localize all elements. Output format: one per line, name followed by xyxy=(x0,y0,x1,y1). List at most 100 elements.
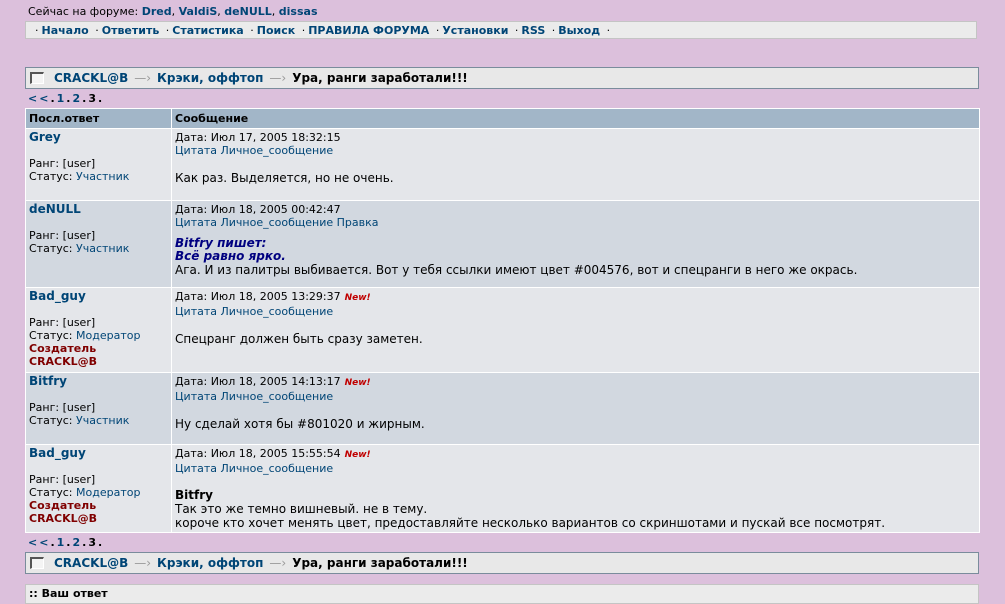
post-text: Ну сделай хотя бы #801020 и жирным. xyxy=(175,417,425,431)
post-author-cell: Grey Ранг: [user] Статус: Участник xyxy=(25,128,172,201)
nav-search[interactable]: Поиск xyxy=(257,24,295,37)
post-status: Статус: Участник xyxy=(29,414,130,427)
nav-rss[interactable]: RSS xyxy=(521,24,545,37)
nav-logout[interactable]: Выход xyxy=(558,24,600,37)
post-row: Grey Ранг: [user] Статус: Участник Дата:… xyxy=(25,128,980,201)
breadcrumb-bottom: CRACKL@B —› Крэки, оффтоп —› Ура, ранги … xyxy=(25,552,979,574)
post-status: Статус: Модератор xyxy=(29,329,141,342)
quote-link[interactable]: Цитата xyxy=(175,216,217,229)
main-nav: · Начало · Ответить · Статистика · Поиск · ПР… xyxy=(25,21,977,39)
online-user-link[interactable]: dissas xyxy=(279,5,318,18)
breadcrumb-forum[interactable]: CRACKL@B xyxy=(54,556,128,570)
nav-rules[interactable]: ПРАВИЛА ФОРУМА xyxy=(308,24,429,37)
quote-text: Всё равно ярко. xyxy=(175,249,286,263)
post-date: Дата: Июл 18, 2005 14:13:17 New! xyxy=(175,375,371,388)
post-author-link[interactable]: Bitfry xyxy=(29,375,168,388)
post-row: Bad_guy Ранг: [user] Статус: Модератор С… xyxy=(25,287,980,373)
checkbox-icon xyxy=(30,72,44,84)
pager-prev[interactable]: << xyxy=(28,536,50,549)
post-author-link[interactable]: Grey xyxy=(29,131,168,144)
breadcrumb-forum[interactable]: CRACKL@B xyxy=(54,71,128,85)
new-badge: New! xyxy=(344,293,371,303)
post-rank: Ранг: [user] xyxy=(29,316,96,329)
quote-header: Bitfry пишет: xyxy=(175,236,267,250)
online-user-link[interactable]: Dred xyxy=(142,5,172,18)
pager-page[interactable]: 2 xyxy=(72,536,82,549)
pager-current: 3 xyxy=(88,536,98,549)
post-text: короче кто хочет менять цвет, предоставл… xyxy=(175,516,886,530)
post-message-cell: Дата: Июл 18, 2005 00:42:47 Цитата Лично… xyxy=(171,200,980,288)
new-badge: New! xyxy=(344,450,371,460)
breadcrumb: CRACKL@B —› Крэки, оффтоп —› Ура, ранги … xyxy=(25,67,979,89)
post-tools: Цитата Личное_сообщение xyxy=(175,144,976,157)
post-tools: Цитата Личное_сообщение xyxy=(175,390,976,403)
post-message-cell: Дата: Июл 18, 2005 14:13:17 New! Цитата Л… xyxy=(171,372,980,445)
post-tools: Цитата Личное_сообщение xyxy=(175,305,976,318)
pager-prev[interactable]: << xyxy=(28,92,50,105)
nav-stats[interactable]: Статистика xyxy=(172,24,243,37)
post-tools: Цитата Личное_сообщение xyxy=(175,462,976,475)
arrow-right-icon: —› xyxy=(134,556,152,570)
online-user-link[interactable]: ValdiS xyxy=(179,5,218,18)
breadcrumb-section[interactable]: Крэки, оффтоп xyxy=(157,556,263,570)
post-status: Статус: Участник xyxy=(29,170,130,183)
breadcrumb-section[interactable]: Крэки, оффтоп xyxy=(157,71,263,85)
pager-page[interactable]: 1 xyxy=(57,92,67,105)
nav-reply[interactable]: Ответить xyxy=(102,24,160,37)
nav-settings[interactable]: Установки xyxy=(442,24,508,37)
column-header-message: Сообщение xyxy=(171,108,980,129)
pager-current: 3 xyxy=(88,92,98,105)
post-addressee: Bitfry xyxy=(175,488,213,502)
arrow-right-icon: —› xyxy=(269,71,287,85)
post-text: Ага. И из палитры выбивается. Вот у тебя… xyxy=(175,263,858,277)
pager: <<.1.2.3. xyxy=(28,92,105,105)
post-message-cell: Дата: Июл 18, 2005 13:29:37 New! Цитата Л… xyxy=(171,287,980,373)
pm-link[interactable]: Личное_сообщение xyxy=(221,216,334,229)
pager-bottom: <<.1.2.3. xyxy=(28,536,105,549)
new-badge: New! xyxy=(344,378,371,388)
post-status: Статус: Модератор xyxy=(29,486,141,499)
post-author-cell: Bitfry Ранг: [user] Статус: Участник xyxy=(25,372,172,445)
post-tools: Цитата Личное_сообщение Правка xyxy=(175,216,976,229)
post-author-link[interactable]: Bad_guy xyxy=(29,447,168,460)
pm-link[interactable]: Личное_сообщение xyxy=(221,144,334,157)
post-date: Дата: Июл 18, 2005 00:42:47 xyxy=(175,203,341,216)
pager-page[interactable]: 2 xyxy=(72,92,82,105)
reply-section-header: :: Ваш ответ xyxy=(25,584,979,604)
column-header-author: Посл.ответ xyxy=(25,108,172,129)
edit-link[interactable]: Правка xyxy=(337,216,379,229)
quote-link[interactable]: Цитата xyxy=(175,305,217,318)
breadcrumb-topic: Ура, ранги заработали!!! xyxy=(292,71,468,85)
post-status: Статус: Участник xyxy=(29,242,130,255)
nav-home[interactable]: Начало xyxy=(42,24,89,37)
post-author-link[interactable]: Bad_guy xyxy=(29,290,168,303)
post-author-link[interactable]: deNULL xyxy=(29,203,168,216)
post-text: Спецранг должен быть сразу заметен. xyxy=(175,332,423,346)
checkbox-icon xyxy=(30,557,44,569)
quote-link[interactable]: Цитата xyxy=(175,390,217,403)
pm-link[interactable]: Личное_сообщение xyxy=(221,462,334,475)
pm-link[interactable]: Личное_сообщение xyxy=(221,305,334,318)
arrow-right-icon: —› xyxy=(269,556,287,570)
post-author-cell: Bad_guy Ранг: [user] Статус: Модератор С… xyxy=(25,287,172,373)
special-rank: Создатель CRACKL@B xyxy=(29,499,98,525)
breadcrumb-topic: Ура, ранги заработали!!! xyxy=(292,556,468,570)
post-author-cell: deNULL Ранг: [user] Статус: Участник xyxy=(25,200,172,288)
post-date: Дата: Июл 18, 2005 13:29:37 New! xyxy=(175,290,371,303)
quote-link[interactable]: Цитата xyxy=(175,144,217,157)
special-rank: Создатель CRACKL@B xyxy=(29,342,98,368)
post-rank: Ранг: [user] xyxy=(29,473,96,486)
post-message-cell: Дата: Июл 17, 2005 18:32:15 Цитата Лично… xyxy=(171,128,980,201)
pager-page[interactable]: 1 xyxy=(57,536,67,549)
post-date: Дата: Июл 17, 2005 18:32:15 xyxy=(175,131,341,144)
post-text: Так это же темно вишневый. не в тему. xyxy=(175,502,428,516)
post-text: Как раз. Выделяется, но не очень. xyxy=(175,171,394,185)
online-user-link[interactable]: deNULL xyxy=(224,5,272,18)
pm-link[interactable]: Личное_сообщение xyxy=(221,390,334,403)
post-author-cell: Bad_guy Ранг: [user] Статус: Модератор С… xyxy=(25,444,172,533)
arrow-right-icon: —› xyxy=(134,71,152,85)
online-users-bar: Сейчас на форуме: Dred, ValdiS, deNULL, … xyxy=(28,5,318,18)
post-row: Bitfry Ранг: [user] Статус: Участник Дат… xyxy=(25,372,980,445)
quote-link[interactable]: Цитата xyxy=(175,462,217,475)
post-rank: Ранг: [user] xyxy=(29,401,96,414)
